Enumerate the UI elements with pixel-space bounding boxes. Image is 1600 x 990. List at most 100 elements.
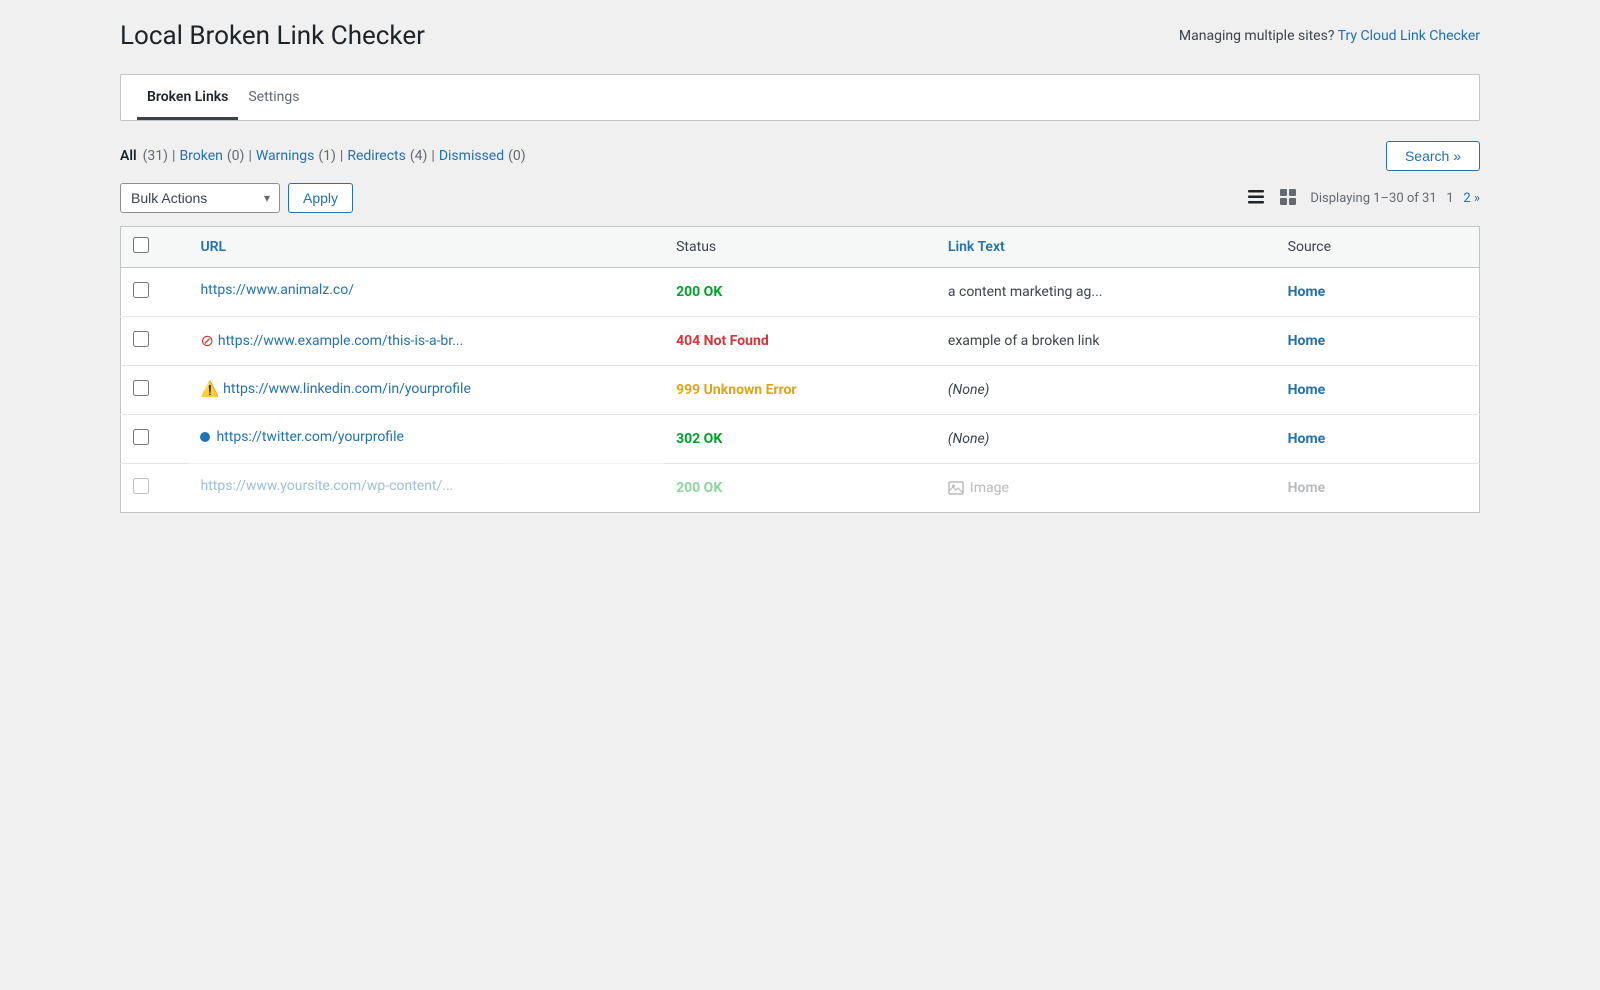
row-source-link[interactable]: Home (1288, 333, 1325, 349)
table-row: https://www.animalz.co/200 OK a content m… (121, 267, 1480, 316)
row-status-cell: 999 Unknown Error (664, 365, 936, 414)
row-source-cell: Home (1276, 267, 1480, 316)
tabs-nav: Broken Links Settings (121, 75, 1479, 120)
row-source-cell: Home (1276, 463, 1480, 512)
col-source-label: Source (1288, 239, 1331, 255)
row-linktext-cell: (None) (936, 414, 1276, 463)
col-url-link[interactable]: URL (200, 239, 226, 255)
col-header-linktext: Link Text (936, 226, 1276, 267)
row-checkbox-cell (121, 267, 189, 316)
toolbar-right: Displaying 1–30 of 31 1 2 » (1242, 183, 1480, 214)
filter-broken-link[interactable]: Broken (179, 148, 222, 164)
filter-bar: All (31) | Broken (0) | Warnings (1) | R… (120, 141, 1480, 171)
row-url-link[interactable]: https://www.linkedin.com/in/yourprofile (223, 381, 471, 397)
row-status: 404 Not Found (676, 333, 769, 349)
sep-4: | (431, 148, 434, 164)
row-status-cell: 302 OK (664, 414, 936, 463)
col-status-label: Status (676, 239, 716, 255)
row-checkbox[interactable] (133, 429, 149, 445)
filter-warnings-count: (1) (318, 148, 336, 164)
row-status: 999 Unknown Error (676, 382, 796, 398)
page-title: Local Broken Link Checker (120, 20, 425, 54)
row-source-link[interactable]: Home (1288, 431, 1325, 447)
page-header: Local Broken Link Checker Managing multi… (120, 20, 1480, 54)
table-row: ⚠️https://www.linkedin.com/in/yourprofil… (121, 365, 1480, 414)
links-table: URL Status Link Text Source https://www.… (120, 226, 1480, 513)
row-checkbox[interactable] (133, 380, 149, 396)
filter-redirects-link[interactable]: Redirects (347, 148, 406, 164)
row-linktext-cell: (None) (936, 365, 1276, 414)
row-source-link[interactable]: Home (1288, 382, 1325, 398)
image-icon (948, 480, 964, 496)
tabs-card: Broken Links Settings (120, 74, 1480, 121)
row-url-link[interactable]: https://www.animalz.co/ (200, 282, 354, 298)
row-source-link[interactable]: Home (1288, 480, 1325, 496)
tab-broken-links[interactable]: Broken Links (137, 75, 238, 120)
row-source-link[interactable]: Home (1288, 284, 1325, 300)
table-header-row: URL Status Link Text Source (121, 226, 1480, 267)
col-header-source: Source (1276, 226, 1480, 267)
bulk-actions-select[interactable]: Bulk Actions (120, 183, 280, 213)
filter-links: All (31) | Broken (0) | Warnings (1) | R… (120, 148, 526, 164)
row-source-cell: Home (1276, 414, 1480, 463)
row-linktext-image: Image (948, 480, 1264, 496)
row-url-cell: ⚠️https://www.linkedin.com/in/yourprofil… (188, 365, 664, 412)
row-url-link[interactable]: https://www.example.com/this-is-a-br... (218, 333, 463, 349)
table-row: ⊘ https://www.example.com/this-is-a-br...… (121, 316, 1480, 365)
row-linktext: (None) (948, 382, 990, 398)
row-checkbox-cell (121, 414, 189, 463)
filter-warnings-link[interactable]: Warnings (256, 148, 315, 164)
row-status: 200 OK (676, 284, 722, 300)
search-button[interactable]: Search » (1386, 141, 1480, 171)
row-linktext: (None) (948, 431, 990, 447)
col-linktext-link[interactable]: Link Text (948, 239, 1005, 255)
row-linktext: example of a broken link (936, 316, 1276, 365)
select-all-checkbox[interactable] (133, 237, 149, 253)
warning-icon: ⚠️ (200, 380, 219, 398)
row-checkbox-cell (121, 316, 189, 365)
table-body: https://www.animalz.co/200 OK a content m… (121, 267, 1480, 512)
filter-redirects-count: (4) (410, 148, 428, 164)
redirect-icon (200, 432, 210, 442)
header-right: Managing multiple sites? Try Cloud Link … (1179, 20, 1480, 44)
table-row: https://twitter.com/yourprofile 302 OK (No… (121, 414, 1480, 463)
page-next-link[interactable]: 2 (1463, 191, 1470, 206)
list-icon (1246, 187, 1266, 207)
list-view-button[interactable] (1242, 183, 1270, 214)
row-checkbox[interactable] (133, 282, 149, 298)
pagination-info: Displaying 1–30 of 31 1 2 » (1310, 191, 1480, 206)
view-icons (1242, 183, 1302, 214)
sep-2: | (248, 148, 251, 164)
row-linktext-cell: Image (936, 463, 1276, 512)
page-next-arrow-link[interactable]: » (1474, 191, 1480, 206)
row-status-cell: 200 OK (664, 463, 936, 512)
sep-1: | (172, 148, 175, 164)
page-current: 1 (1446, 191, 1453, 206)
row-linktext: a content marketing ag... (936, 267, 1276, 316)
managing-text: Managing multiple sites? (1179, 28, 1335, 44)
col-header-check (121, 226, 189, 267)
row-url-cell: https://www.animalz.co/ (188, 268, 664, 312)
cloud-link[interactable]: Try Cloud Link Checker (1338, 28, 1480, 44)
grid-view-button[interactable] (1274, 183, 1302, 214)
row-url-link[interactable]: https://www.yoursite.com/wp-content/... (200, 478, 453, 494)
row-status: 200 OK (676, 480, 722, 496)
row-url-link[interactable]: https://twitter.com/yourprofile (216, 429, 403, 445)
row-url-cell: ⊘ https://www.example.com/this-is-a-br... (188, 316, 664, 364)
error-icon: ⊘ (200, 331, 213, 350)
row-checkbox-cell (121, 365, 189, 414)
filter-dismissed-link[interactable]: Dismissed (439, 148, 504, 164)
toolbar-left: Bulk Actions ▾ Apply (120, 183, 353, 213)
pagination-text: Displaying 1–30 of 31 (1310, 191, 1436, 206)
row-checkbox[interactable] (133, 478, 149, 494)
row-source-cell: Home (1276, 365, 1480, 414)
col-header-status: Status (664, 226, 936, 267)
row-status-cell: 404 Not Found (664, 316, 936, 365)
apply-button[interactable]: Apply (288, 183, 353, 213)
row-checkbox[interactable] (133, 331, 149, 347)
row-url-cell: https://www.yoursite.com/wp-content/... (188, 463, 664, 508)
filter-all-count: (31) (143, 148, 168, 164)
grid-icon (1278, 187, 1298, 207)
tab-settings[interactable]: Settings (238, 75, 309, 120)
filter-all-label: All (120, 148, 137, 164)
